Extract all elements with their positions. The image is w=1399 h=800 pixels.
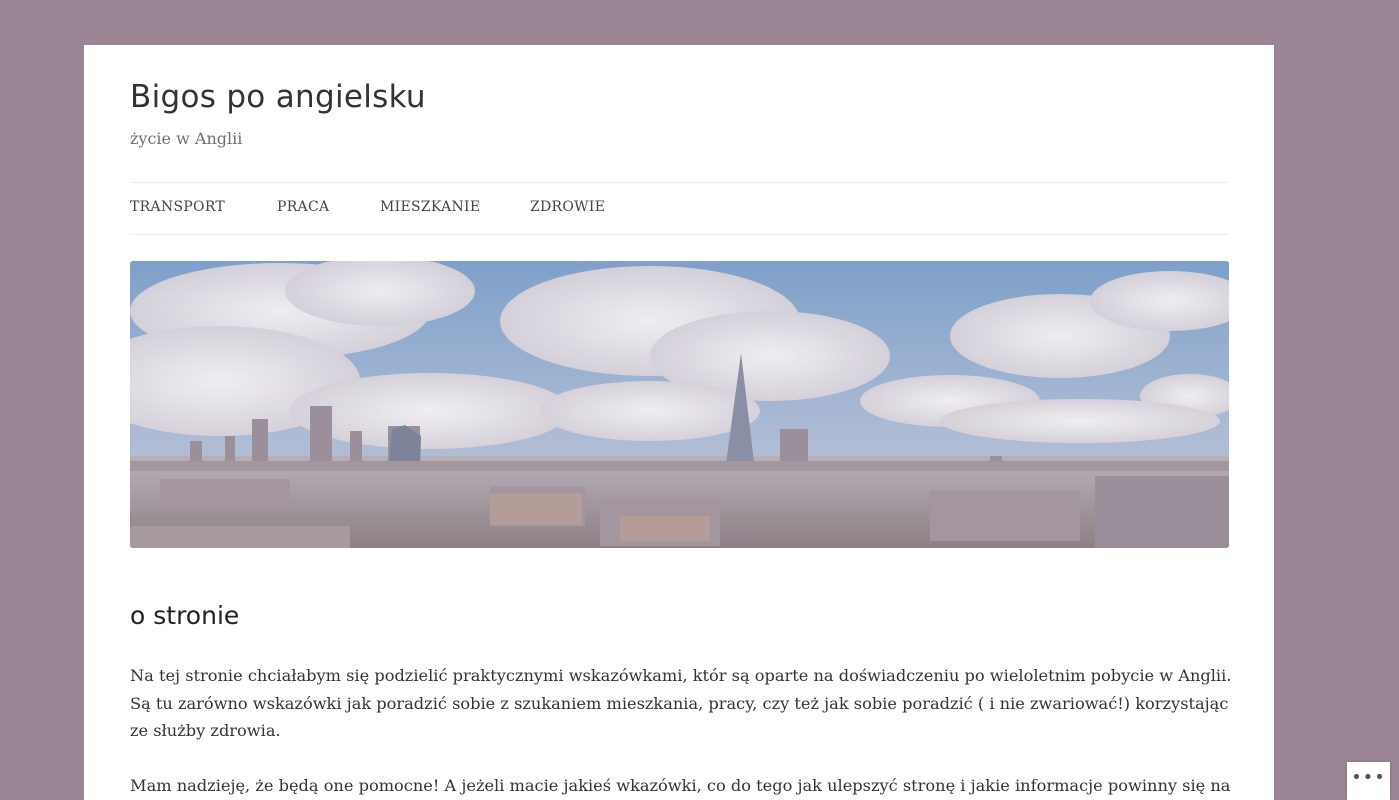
more-actions-button[interactable]: ••• (1347, 762, 1390, 800)
page-container: Bigos po angielsku życie w Anglii TRANSP… (84, 45, 1274, 800)
more-horizontal-icon: ••• (1351, 767, 1386, 788)
page-heading: o stronie (130, 601, 240, 630)
header-image (130, 261, 1229, 548)
paragraph-second: Mam nadzieję, że będą one pomocne! A jeż… (130, 776, 1231, 795)
nav-item-transport[interactable]: TRANSPORT (130, 199, 225, 215)
nav-item-zdrowie[interactable]: ZDROWIE (530, 199, 605, 215)
nav-item-mieszkanie[interactable]: MIESZKANIE (380, 199, 480, 215)
site-title[interactable]: Bigos po angielsku (130, 79, 426, 115)
nav-item-praca[interactable]: PRACA (277, 199, 329, 215)
site-tagline: życie w Anglii (130, 129, 243, 148)
paragraph-intro: Na tej stronie chciałabym się podzielić … (130, 666, 1232, 740)
main-navigation: TRANSPORT PRACA MIESZKANIE ZDROWIE (130, 182, 1228, 235)
